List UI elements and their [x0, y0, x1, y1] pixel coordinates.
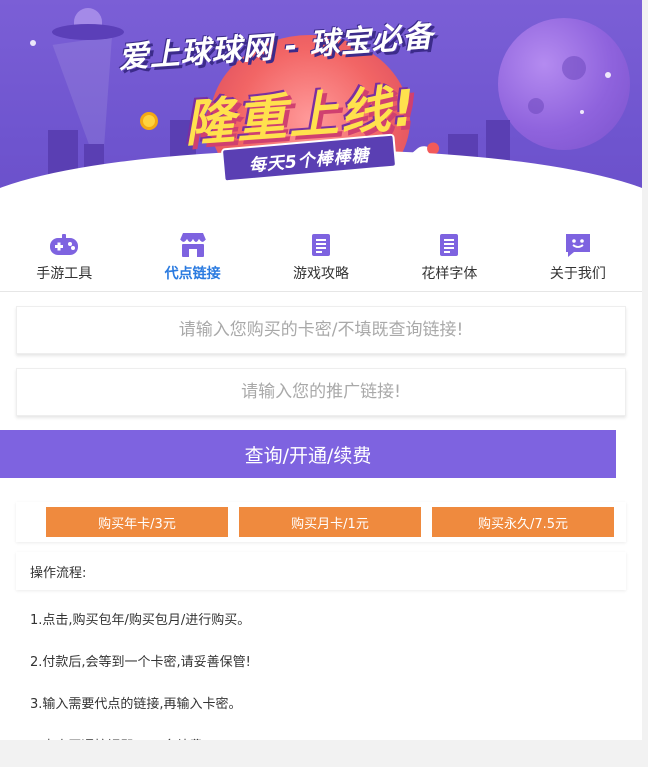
nav-label: 手游工具 [36, 266, 93, 282]
nav-item-about-us[interactable]: 关于我们 [514, 220, 642, 291]
buy-yearly-button[interactable]: 购买年卡/3元 [46, 507, 228, 537]
nav-item-proxy-links[interactable]: 代点链接 [128, 220, 256, 291]
process-step: 2.付款后,会等到一个卡密,请妥善保管! [30, 655, 251, 670]
promo-banner: 爱上球球网 - 球宝必备 隆重上线! 每天5个棒棒糖 [0, 0, 642, 220]
query-activate-renew-button[interactable]: 查询/开通/续费 [0, 430, 616, 478]
process-step: 4.点击开通按钮即可,可多续费！ [30, 726, 626, 740]
planet-icon [498, 18, 630, 150]
nav-label: 游戏攻略 [293, 266, 350, 282]
star-icon [580, 110, 584, 114]
document-icon [434, 232, 464, 258]
buy-monthly-button[interactable]: 购买月卡/1元 [239, 507, 421, 537]
process-title: 操作流程: [16, 552, 626, 590]
coin-icon [140, 112, 158, 130]
card-key-field [16, 306, 626, 354]
process-step: 3.输入需要代点的链接,再输入卡密。 [30, 697, 242, 712]
promo-link-input[interactable] [17, 369, 625, 415]
smile-chat-icon [563, 232, 593, 258]
document-icon [306, 232, 336, 258]
buy-forever-button[interactable]: 购买永久/7.5元 [432, 507, 614, 537]
star-icon [30, 40, 36, 46]
gamepad-icon [49, 232, 79, 258]
nav-item-mobile-game-tools[interactable]: 手游工具 [0, 220, 128, 291]
process-section: 操作流程: 1.点击,购买包年/购买包月/进行购买。 2.付款后,会等到一个卡密… [16, 552, 626, 740]
purchase-options: 购买年卡/3元 购买月卡/1元 购买永久/7.5元 [16, 502, 626, 542]
link-form [0, 292, 642, 416]
star-icon [605, 72, 611, 78]
promo-link-field [16, 368, 626, 416]
process-steps: 1.点击,购买包年/购买包月/进行购买。 2.付款后,会等到一个卡密,请妥善保管… [16, 590, 626, 740]
store-icon [178, 232, 208, 258]
nav-item-fancy-fonts[interactable]: 花样字体 [385, 220, 513, 291]
nav-item-game-guides[interactable]: 游戏攻略 [257, 220, 385, 291]
card-key-input[interactable] [17, 307, 625, 353]
nav-bar: 手游工具 代点链接 游戏攻略 花样字体 关于我们 [0, 220, 642, 292]
nav-label: 花样字体 [421, 266, 478, 282]
banner-ribbon-text: 每天5个棒棒糖 [248, 145, 371, 176]
nav-label: 关于我们 [549, 266, 606, 282]
nav-label: 代点链接 [164, 266, 221, 282]
page: 爱上球球网 - 球宝必备 隆重上线! 每天5个棒棒糖 手游工具 代点链接 游戏攻… [0, 0, 642, 740]
process-step: 1.点击,购买包年/购买包月/进行购买。 [30, 613, 251, 628]
ufo-icon [52, 8, 124, 44]
